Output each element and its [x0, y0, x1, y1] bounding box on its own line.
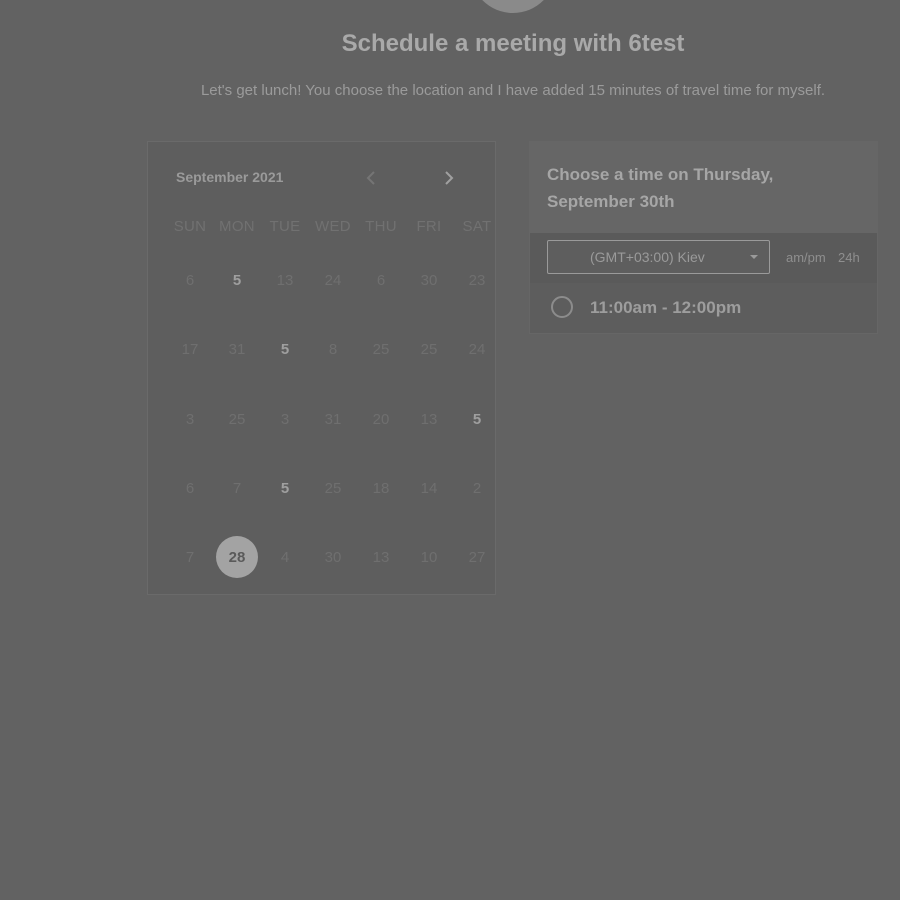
weekday-header: WED [315, 218, 351, 235]
calendar-day: 6 [376, 271, 386, 289]
previous-month-button[interactable] [359, 164, 383, 192]
page-title: Schedule a meeting with 6test [341, 30, 685, 57]
weekday-header: SAT [462, 218, 492, 235]
meeting-description: Let's get lunch! You choose the location… [200, 82, 826, 99]
calendar-day: 24 [324, 271, 342, 289]
calendar-day: 3 [185, 410, 195, 428]
weekday-header: TUE [269, 218, 301, 235]
calendar-day[interactable]: 5 [455, 397, 499, 441]
calendar-day: 31 [228, 340, 246, 358]
time-panel-header: Choose a time on Thursday, September 30t… [530, 142, 877, 233]
radio-button[interactable] [551, 296, 573, 318]
calendar-day: 25 [324, 479, 342, 497]
format-ampm-toggle[interactable]: am/pm [786, 250, 826, 265]
calendar-day: 25 [372, 340, 390, 358]
calendar-day: 27 [468, 548, 486, 566]
calendar-day: 31 [324, 410, 342, 428]
calendar-day: 7 [185, 548, 195, 566]
weekday-header: MON [219, 218, 255, 235]
time-slot-label: 11:00am - 12:00pm [590, 298, 742, 317]
format-24h-toggle[interactable]: 24h [838, 250, 860, 265]
timezone-value: (GMT+03:00) Kiev [590, 249, 705, 265]
calendar-day: 23 [468, 271, 486, 289]
time-slot-panel: Choose a time on Thursday, September 30t… [529, 141, 878, 334]
calendar-day: 25 [420, 340, 438, 358]
caret-down-icon [750, 255, 758, 259]
weekday-header: FRI [416, 218, 442, 235]
calendar-day: 8 [328, 340, 338, 358]
calendar-day[interactable]: 5 [263, 327, 307, 371]
weekday-header: SUN [173, 218, 207, 235]
calendar-month-label: September 2021 [176, 169, 284, 185]
host-avatar [470, 0, 556, 13]
calendar-day: 18 [372, 479, 390, 497]
next-month-button[interactable] [437, 164, 461, 192]
calendar-day: 13 [276, 271, 294, 289]
calendar-day: 30 [420, 271, 438, 289]
calendar-day: 17 [181, 340, 199, 358]
calendar-day-selected[interactable]: 28 [216, 536, 258, 578]
calendar-day: 2 [472, 479, 482, 497]
timezone-select[interactable]: (GMT+03:00) Kiev [547, 240, 770, 274]
weekday-header: THU [365, 218, 397, 235]
time-panel-title: Choose a time on Thursday, September 30t… [547, 165, 774, 211]
calendar-day: 10 [420, 548, 438, 566]
calendar-day: 3 [280, 410, 290, 428]
calendar-day: 25 [228, 410, 246, 428]
scheduling-page: Schedule a meeting with 6test Let's get … [0, 0, 900, 900]
calendar-day: 14 [420, 479, 438, 497]
calendar-day: 6 [185, 479, 195, 497]
calendar-day: 4 [280, 548, 290, 566]
calendar-day[interactable]: 5 [215, 258, 259, 302]
calendar-day: 13 [420, 410, 438, 428]
calendar-day: 7 [232, 479, 242, 497]
chevron-left-icon [366, 171, 375, 185]
calendar-day[interactable]: 5 [263, 466, 307, 510]
calendar-day: 13 [372, 548, 390, 566]
chevron-right-icon [445, 171, 454, 185]
calendar-day: 30 [324, 548, 342, 566]
calendar-day: 20 [372, 410, 390, 428]
date-picker-calendar: September 2021 SUN MON TUE WED THU FRI SAT 6 5 13… [147, 141, 496, 595]
calendar-day: 6 [185, 271, 195, 289]
time-slot-option[interactable]: 11:00am - 12:00pm [530, 283, 877, 333]
calendar-day: 24 [468, 340, 486, 358]
